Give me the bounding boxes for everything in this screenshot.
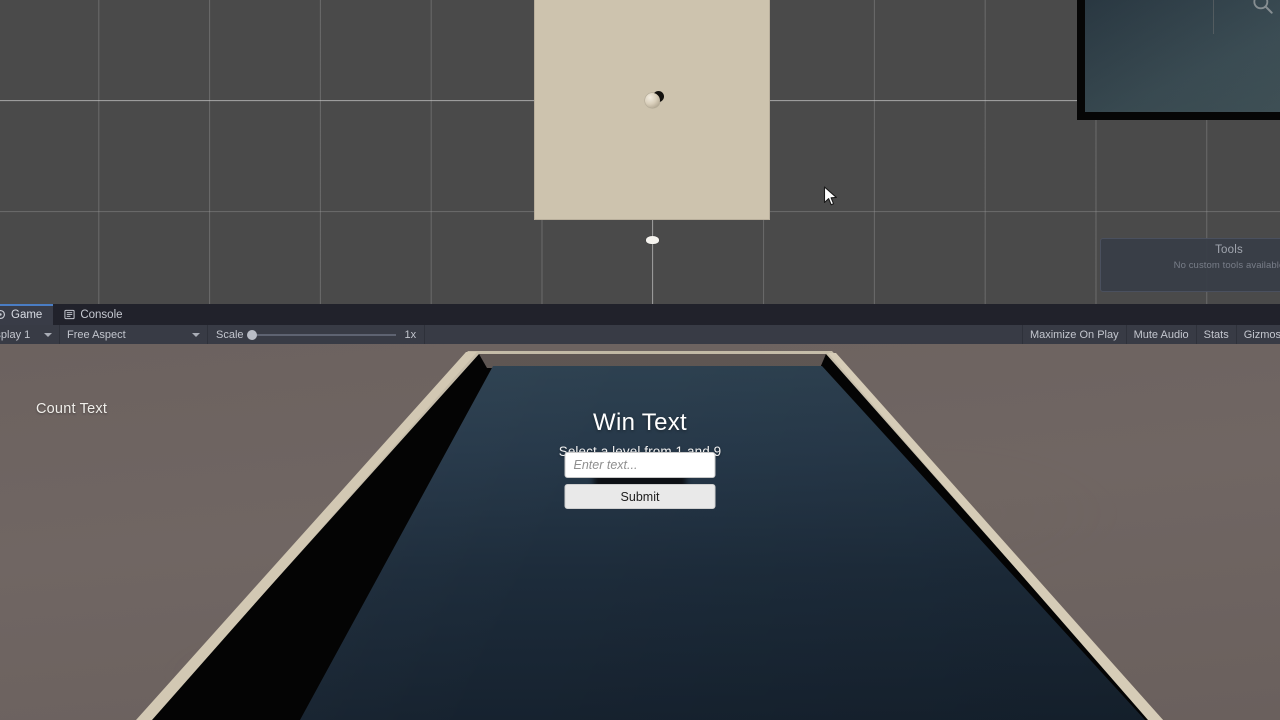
- scene-view[interactable]: Tools No custom tools available: [0, 0, 1280, 304]
- scene-toolbar-divider: [1213, 0, 1214, 34]
- tools-overlay-empty-message: No custom tools available: [1173, 260, 1280, 271]
- aspect-ratio-label: Free Aspect: [67, 328, 126, 341]
- level-input[interactable]: [573, 458, 707, 472]
- editor-window: Tools No custom tools available Game Con…: [0, 0, 1280, 720]
- aspect-ratio-dropdown[interactable]: Free Aspect: [60, 325, 208, 344]
- scale-value: 1x: [404, 328, 417, 341]
- win-text-label: Win Text: [593, 409, 687, 436]
- game-maze-object: [0, 344, 1280, 720]
- game-view-icon: [0, 309, 6, 320]
- panel-tab-strip: Game Console: [0, 304, 1280, 325]
- console-icon: [64, 309, 75, 320]
- chevron-down-icon: [192, 332, 200, 337]
- scale-label: Scale: [216, 328, 244, 341]
- tab-console[interactable]: Console: [53, 304, 133, 325]
- stats-button[interactable]: Stats: [1195, 325, 1236, 344]
- display-dropdown-label: Display 1: [0, 328, 31, 341]
- level-input-field[interactable]: [564, 452, 716, 478]
- count-text-label: Count Text: [36, 401, 108, 417]
- tab-console-label: Console: [80, 308, 123, 321]
- game-render-view[interactable]: Count Text Win Text Select a level from …: [0, 344, 1280, 720]
- maximize-on-play-button[interactable]: Maximize On Play: [1021, 325, 1126, 344]
- tab-game[interactable]: Game: [0, 304, 54, 325]
- scene-maze-object[interactable]: [534, 0, 1280, 220]
- scene-player-sphere[interactable]: [645, 93, 660, 108]
- scale-slider[interactable]: [246, 329, 396, 340]
- scale-slider-knob[interactable]: [246, 329, 257, 340]
- tools-overlay-panel[interactable]: Tools No custom tools available: [1100, 238, 1280, 292]
- chevron-down-icon: [44, 332, 52, 337]
- scene-pickup-object[interactable]: [646, 236, 659, 244]
- display-dropdown[interactable]: Display 1: [0, 325, 60, 344]
- tab-game-label: Game: [11, 308, 43, 321]
- game-toolbar-left-group: Display 1 Free Aspect Scale 1x: [0, 325, 426, 344]
- scale-control[interactable]: Scale 1x: [208, 325, 426, 344]
- game-panel: Game Console Display 1: [0, 304, 1280, 720]
- game-toolbar-right-group: Maximize On Play Mute Audio Stats Gizmos: [1021, 325, 1280, 344]
- mute-audio-button[interactable]: Mute Audio: [1125, 325, 1196, 344]
- game-view-toolbar: Display 1 Free Aspect Scale 1x Maximize …: [0, 325, 1280, 344]
- search-icon[interactable]: [1250, 0, 1276, 17]
- tools-overlay-title: Tools: [1215, 244, 1243, 256]
- submit-button[interactable]: Submit: [564, 484, 716, 509]
- gizmos-button[interactable]: Gizmos: [1235, 325, 1280, 344]
